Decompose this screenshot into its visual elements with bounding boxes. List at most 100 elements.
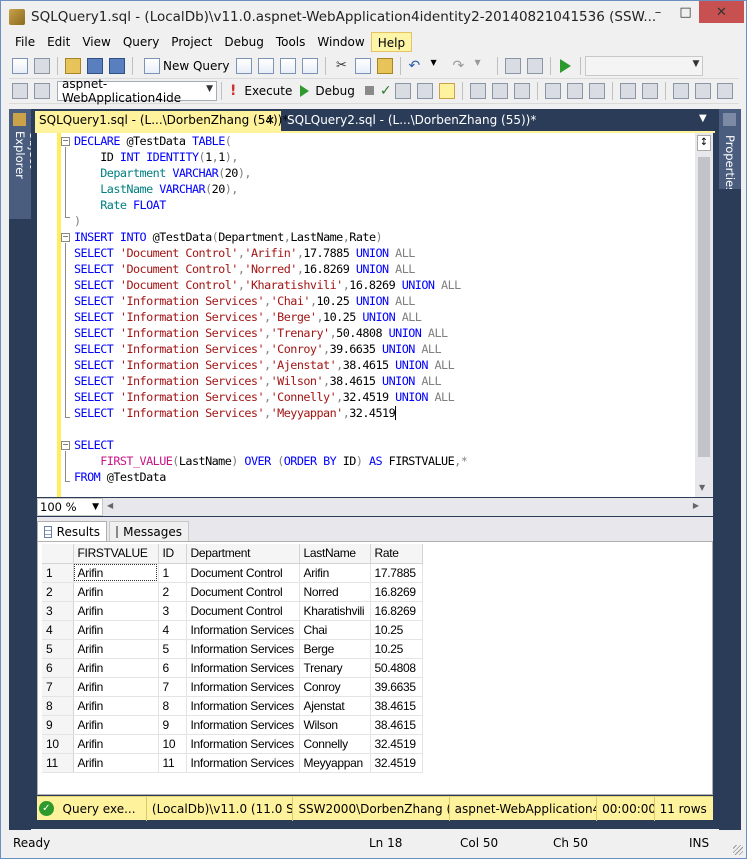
cell-lastname[interactable]: Connelly [299, 734, 371, 754]
cell-firstvalue[interactable]: Arifin [73, 696, 159, 716]
row-number[interactable]: 7 [42, 677, 74, 697]
include-actual-plan-icon[interactable] [469, 82, 486, 99]
cell-lastname[interactable]: Norred [299, 582, 371, 602]
cell-firstvalue[interactable]: Arifin [73, 639, 159, 659]
maximize-button[interactable]: □ [672, 1, 699, 23]
scrollbar-thumb[interactable] [698, 157, 710, 457]
cell-id[interactable]: 8 [158, 696, 187, 716]
xmla-query-icon[interactable] [302, 57, 319, 74]
uncomment-icon[interactable] [641, 82, 658, 99]
minimize-button[interactable]: – [644, 1, 672, 23]
cell-firstvalue[interactable]: Arifin [73, 715, 159, 735]
tab-sqlquery2[interactable]: SQLQuery2.sql - (L...\DorbenZhang (55))* [283, 111, 536, 131]
cell-rate[interactable]: 17.7885 [370, 563, 423, 583]
cut-icon[interactable]: ✂ [333, 58, 349, 74]
cancel-query-icon[interactable] [364, 86, 374, 95]
cell-lastname[interactable]: Ajenstat [299, 696, 371, 716]
live-statistics-icon[interactable] [491, 82, 508, 99]
cell-lastname[interactable]: Chai [299, 620, 371, 640]
row-number[interactable]: 2 [42, 582, 74, 602]
cell-department[interactable]: Information Services [186, 639, 300, 659]
cell-id[interactable]: 7 [158, 677, 187, 697]
cell-lastname[interactable]: Trenary [299, 658, 371, 678]
column-header-firstvalue[interactable]: FIRSTVALUE [73, 544, 159, 564]
results-to-grid-alt-icon[interactable] [566, 82, 583, 99]
tab-sqlquery1[interactable]: SQLQuery1.sql - (L...\DorbenZhang (54))*… [35, 111, 288, 131]
cell-rate[interactable]: 39.6635 [370, 677, 423, 697]
column-header-id[interactable]: ID [158, 544, 187, 564]
results-to-text-icon[interactable] [544, 82, 561, 99]
column-header-department[interactable]: Department [186, 544, 300, 564]
cell-rate[interactable]: 32.4519 [370, 753, 423, 773]
cell-id[interactable]: 1 [158, 563, 187, 583]
specify-template-values-icon[interactable] [716, 82, 733, 99]
properties-tab[interactable]: Properties [719, 109, 741, 193]
start-debug-icon[interactable] [560, 58, 572, 73]
execute-button[interactable]: ! Execute [226, 80, 296, 102]
cell-lastname[interactable]: Arifin [299, 563, 371, 583]
cell-firstvalue[interactable]: Arifin [73, 601, 159, 621]
menu-debug[interactable]: Debug [218, 32, 269, 52]
scroll-left-icon[interactable]: ◀ [107, 501, 113, 510]
resize-grip-icon[interactable] [733, 845, 743, 855]
open-file-icon[interactable] [65, 57, 81, 74]
split-window-icon[interactable]: ↕ [697, 135, 711, 151]
zoom-combo[interactable]: 100 % ▼ [37, 498, 103, 516]
new-query-button[interactable]: New Query [137, 55, 233, 77]
navigate-forward-icon[interactable] [527, 57, 544, 74]
solution-config-combo[interactable]: ▼ [585, 55, 704, 76]
table-row[interactable]: 8 Arifin 8 Information Services Ajenstat 38.4… [42, 696, 423, 716]
cell-rate[interactable]: 38.4615 [370, 696, 423, 716]
cell-department[interactable]: Information Services [186, 715, 300, 735]
row-number[interactable]: 11 [42, 753, 74, 773]
cell-lastname[interactable]: Conroy [299, 677, 371, 697]
save-icon[interactable] [87, 57, 103, 74]
add-item-icon[interactable] [34, 57, 50, 74]
cell-department[interactable]: Information Services [186, 677, 300, 697]
cell-lastname[interactable]: Wilson [299, 715, 371, 735]
cell-id[interactable]: 6 [158, 658, 187, 678]
cell-id[interactable]: 4 [158, 620, 187, 640]
row-number[interactable]: 10 [42, 734, 74, 754]
collapse-icon[interactable]: − [61, 233, 70, 242]
menu-edit[interactable]: Edit [41, 32, 76, 52]
cell-department[interactable]: Document Control [186, 563, 300, 583]
cell-firstvalue[interactable]: Arifin [73, 563, 159, 583]
copy-icon[interactable] [355, 57, 372, 74]
cell-rate[interactable]: 16.8269 [370, 601, 423, 621]
table-row[interactable]: 5 Arifin 5 Information Services Berge 10.25 [42, 639, 423, 659]
row-number[interactable]: 6 [42, 658, 74, 678]
menu-query[interactable]: Query [117, 32, 165, 52]
debug-button[interactable]: Debug [296, 80, 358, 102]
navigate-backward-icon[interactable] [505, 57, 522, 74]
cell-department[interactable]: Information Services [186, 753, 300, 773]
close-tab-icon[interactable]: ✕ [266, 111, 275, 130]
cell-department[interactable]: Information Services [186, 696, 300, 716]
menu-help[interactable]: Help [370, 32, 413, 52]
row-number[interactable]: 5 [42, 639, 74, 659]
cell-id[interactable]: 5 [158, 639, 187, 659]
dmx-query-icon[interactable] [280, 57, 297, 74]
row-number[interactable]: 3 [42, 601, 74, 621]
cell-rate[interactable]: 50.4808 [370, 658, 423, 678]
cell-department[interactable]: Information Services [186, 658, 300, 678]
menu-window[interactable]: Window [311, 32, 370, 52]
editor-vertical-scrollbar[interactable]: ↕ ▼ [695, 133, 713, 497]
available-databases-combo[interactable]: aspnet-WebApplication4ide ▼ [57, 77, 217, 105]
menu-project[interactable]: Project [165, 32, 218, 52]
ssms-app-icon[interactable] [9, 8, 25, 25]
cell-lastname[interactable]: Berge [299, 639, 371, 659]
paste-icon[interactable] [377, 57, 394, 74]
cell-lastname[interactable]: Kharatishvili [299, 601, 371, 621]
cell-rate[interactable]: 16.8269 [370, 582, 423, 602]
decrease-indent-icon[interactable] [672, 82, 689, 99]
row-number[interactable]: 1 [42, 563, 74, 583]
cell-firstvalue[interactable]: Arifin [73, 753, 159, 773]
table-row[interactable]: 10 Arifin 10 Information Services Connelly 32… [42, 734, 423, 754]
cell-id[interactable]: 9 [158, 715, 187, 735]
connect-icon[interactable] [12, 82, 28, 99]
cell-rate[interactable]: 10.25 [370, 639, 423, 659]
row-number[interactable]: 4 [42, 620, 74, 640]
menu-file[interactable]: File [9, 32, 41, 52]
menu-tools[interactable]: Tools [270, 32, 312, 52]
